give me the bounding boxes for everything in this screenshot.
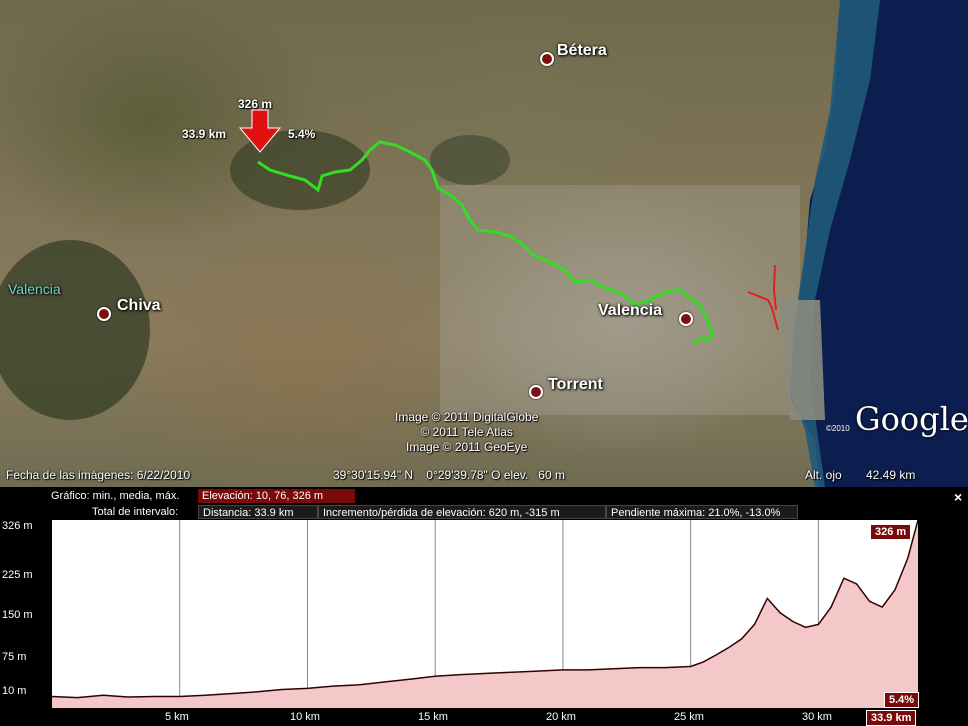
- map-label-valencia[interactable]: Valencia: [598, 302, 662, 320]
- cursor-coordinates: 39°30'15.94" N 0°29'39.78" O elev. 60 m: [333, 468, 565, 482]
- eye-altitude-label: Alt. ojo: [805, 468, 842, 482]
- eye-altitude-value: 42.49 km: [866, 468, 916, 482]
- y-tick-label: 326 m: [2, 520, 33, 532]
- interval-label: Total de intervalo:: [92, 506, 179, 518]
- x-tick-label: 30 km: [802, 711, 832, 723]
- map-pin-valencia[interactable]: [679, 312, 693, 326]
- elevation-area: [52, 520, 918, 708]
- y-tick-label: 150 m: [2, 609, 33, 621]
- elevation-chart[interactable]: [52, 520, 918, 708]
- map-label-betera[interactable]: Bétera: [557, 42, 607, 60]
- elevation-summary[interactable]: Elevación: 10, 76, 326 m: [198, 489, 355, 503]
- cursor-distance-flag: 33.9 km: [866, 710, 917, 726]
- y-tick-label: 75 m: [2, 651, 27, 663]
- imagery-credits: Image © 2011 DigitalGlobe © 2011 Tele At…: [395, 410, 538, 455]
- map-view[interactable]: Bétera Chiva Valencia Torrent Valencia 3…: [0, 0, 968, 487]
- map-pin-chiva[interactable]: [97, 307, 111, 321]
- marker-slope: 5.4%: [288, 127, 316, 141]
- x-tick-label: 10 km: [290, 711, 320, 723]
- y-tick-label: 10 m: [2, 685, 27, 697]
- imagery-date: Fecha de las imágenes: 6/22/2010: [6, 468, 191, 482]
- x-tick-label: 5 km: [165, 711, 189, 723]
- graph-mode-label: Gráfico: min., media, máx.: [51, 490, 180, 502]
- cursor-elevation-flag: 326 m: [870, 524, 912, 540]
- marker-distance: 33.9 km: [182, 127, 227, 141]
- map-label-chiva[interactable]: Chiva: [117, 297, 161, 315]
- cursor-slope-flag: 5.4%: [884, 692, 920, 708]
- x-tick-label: 20 km: [546, 711, 576, 723]
- y-tick-label: 225 m: [2, 569, 33, 581]
- credit-line: Image © 2011 DigitalGlobe: [395, 410, 539, 424]
- google-logo: Google: [855, 400, 968, 438]
- credit-line: © 2011 Tele Atlas: [420, 425, 513, 439]
- map-pin-betera[interactable]: [540, 52, 554, 66]
- map-label-province: Valencia: [8, 281, 61, 297]
- marker-elevation: 326 m: [238, 97, 273, 111]
- google-year: ©2010: [826, 424, 850, 433]
- distance-summary[interactable]: Distancia: 33.9 km: [198, 505, 318, 519]
- x-tick-label: 25 km: [674, 711, 704, 723]
- map-label-torrent[interactable]: Torrent: [548, 376, 603, 394]
- elevation-gain-loss[interactable]: Incremento/pérdida de elevación: 620 m, …: [318, 505, 606, 519]
- max-slope[interactable]: Pendiente máxima: 21.0%, -13.0%: [606, 505, 798, 519]
- credit-line: Image © 2011 GeoEye: [406, 440, 528, 454]
- x-tick-label: 15 km: [418, 711, 448, 723]
- map-pin-torrent[interactable]: [529, 385, 543, 399]
- close-icon[interactable]: ×: [954, 489, 962, 505]
